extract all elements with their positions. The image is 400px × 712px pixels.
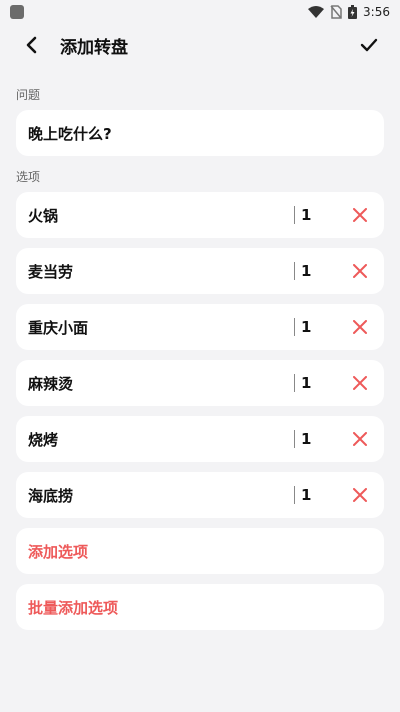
close-icon [353,320,367,334]
app-bar: 添加转盘 [0,24,400,66]
weight-divider [294,430,295,448]
option-weight-field[interactable]: 1 [294,262,311,280]
option-name-field[interactable]: 海底捞 [16,485,384,506]
option-weight-field[interactable]: 1 [294,430,311,448]
wifi-icon [308,6,325,18]
batch-add-option-button[interactable]: 批量添加选项 [16,584,384,630]
option-weight-value[interactable]: 1 [301,206,311,224]
status-indicators: 3:56 [308,5,390,19]
delete-option-button[interactable] [350,429,370,449]
option-row: 火锅 1 [16,192,384,238]
option-name-field[interactable]: 麻辣烫 [16,373,384,394]
option-weight-field[interactable]: 1 [294,206,311,224]
option-name-field[interactable]: 麦当劳 [16,261,384,282]
option-row: 海底捞 1 [16,472,384,518]
options-section-label: 选项 [16,170,41,184]
close-icon [353,376,367,390]
app-notification-icon [10,5,24,19]
delete-option-button[interactable] [350,485,370,505]
batch-add-option-label: 批量添加选项 [28,598,119,617]
close-icon [353,208,367,222]
back-button[interactable] [18,32,44,58]
weight-divider [294,262,295,280]
weight-divider [294,206,295,224]
arrow-left-icon [26,36,37,54]
option-weight-value[interactable]: 1 [301,430,311,448]
add-option-button[interactable]: 添加选项 [16,528,384,574]
page-title: 添加转盘 [60,38,128,58]
option-weight-field[interactable]: 1 [294,374,311,392]
option-name-field[interactable]: 火锅 [16,205,384,226]
question-section-label: 问题 [16,88,41,102]
status-bar: 3:56 [0,0,400,24]
option-row: 麦当劳 1 [16,248,384,294]
delete-option-button[interactable] [350,261,370,281]
delete-option-button[interactable] [350,205,370,225]
question-input-value[interactable]: 晚上吃什么? [16,123,112,144]
option-weight-value[interactable]: 1 [301,262,311,280]
weight-divider [294,374,295,392]
weight-divider [294,318,295,336]
option-weight-value[interactable]: 1 [301,486,311,504]
option-weight-field[interactable]: 1 [294,486,311,504]
option-row: 麻辣烫 1 [16,360,384,406]
delete-option-button[interactable] [350,317,370,337]
option-weight-value[interactable]: 1 [301,318,311,336]
add-option-label: 添加选项 [28,542,89,561]
delete-option-button[interactable] [350,373,370,393]
battery-icon [348,5,358,19]
confirm-button[interactable] [356,32,382,58]
status-time: 3:56 [363,5,390,19]
option-row: 烧烤 1 [16,416,384,462]
option-weight-field[interactable]: 1 [294,318,311,336]
option-row: 重庆小面 1 [16,304,384,350]
close-icon [353,488,367,502]
option-name-field[interactable]: 重庆小面 [16,317,384,338]
no-sim-icon [330,5,342,19]
close-icon [353,264,367,278]
weight-divider [294,486,295,504]
close-icon [353,432,367,446]
option-weight-value[interactable]: 1 [301,374,311,392]
question-field[interactable]: 晚上吃什么? [16,110,384,156]
option-name-field[interactable]: 烧烤 [16,429,384,450]
check-icon [360,38,378,52]
